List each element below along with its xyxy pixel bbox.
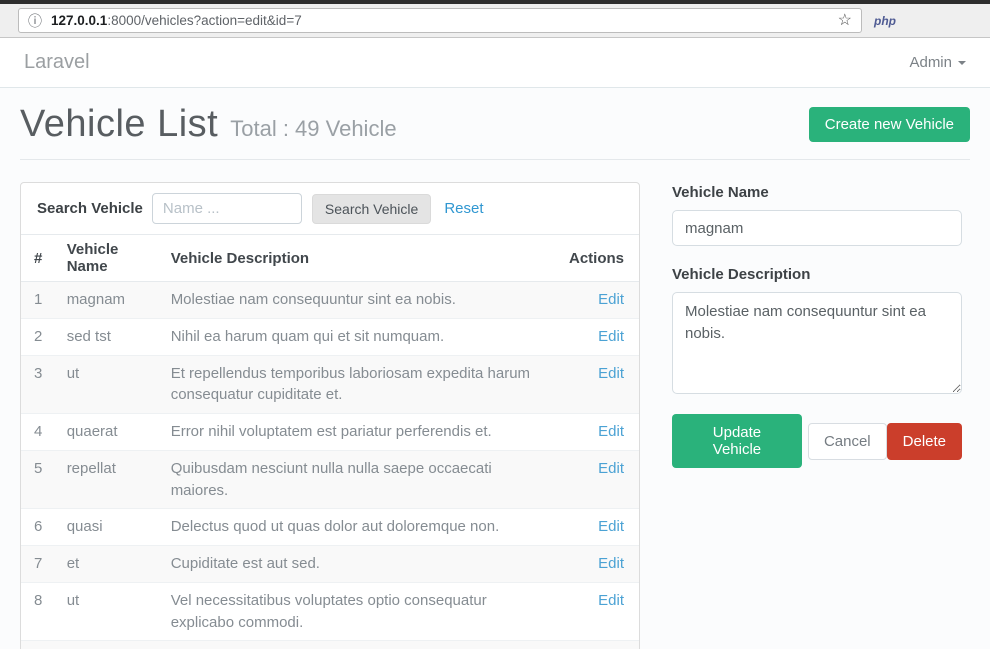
vehicle-description-cell: Quibusdam nesciunt nulla nulla saepe occ…: [163, 450, 561, 509]
header-divider: [20, 159, 970, 160]
edit-link[interactable]: Edit: [598, 555, 624, 572]
row-number: 6: [21, 509, 59, 546]
vehicle-name-cell: ut: [59, 582, 163, 641]
vehicle-name-cell: magnam: [59, 282, 163, 319]
url-path: :8000/vehicles?action=edit&id=7: [107, 13, 301, 28]
row-number: 8: [21, 582, 59, 641]
table-row: 7 et Cupiditate est aut sed. Edit: [21, 546, 639, 583]
column-header-actions: Actions: [561, 235, 639, 282]
column-header-num: #: [21, 235, 59, 282]
vehicle-description-cell: Molestiae nam consequuntur sint ea nobis…: [163, 282, 561, 319]
row-number: 4: [21, 414, 59, 451]
main-content: Vehicle List Total : 49 Vehicle Create n…: [0, 103, 990, 649]
php-extension-icon[interactable]: php: [874, 14, 896, 28]
vehicle-description-cell: Vel necessitatibus voluptates optio cons…: [163, 582, 561, 641]
edit-link[interactable]: Edit: [598, 460, 624, 477]
row-number: 7: [21, 546, 59, 583]
vehicle-description-cell: Error nihil voluptatem est pariatur perf…: [163, 414, 561, 451]
browser-chrome: ⓘ 127.0.0.1:8000/vehicles?action=edit&id…: [0, 4, 990, 38]
delete-button[interactable]: Delete: [887, 423, 962, 460]
vehicle-description-cell: Quaerat maxime qui dolore.: [163, 641, 561, 649]
edit-link[interactable]: Edit: [598, 423, 624, 440]
vehicle-name-cell: et: [59, 546, 163, 583]
user-menu-label: Admin: [909, 54, 952, 71]
brand-link[interactable]: Laravel: [24, 51, 90, 74]
edit-vehicle-form: Vehicle Name Vehicle Description Molesti…: [672, 182, 962, 468]
url-bar[interactable]: ⓘ 127.0.0.1:8000/vehicles?action=edit&id…: [18, 8, 862, 33]
row-number: 3: [21, 355, 59, 414]
column-header-description: Vehicle Description: [163, 235, 561, 282]
table-row: 3 ut Et repellendus temporibus laboriosa…: [21, 355, 639, 414]
table-row: 6 quasi Delectus quod ut quas dolor aut …: [21, 509, 639, 546]
row-number: 9: [21, 641, 59, 649]
vehicle-name-cell: repellat: [59, 450, 163, 509]
reset-link[interactable]: Reset: [444, 200, 483, 217]
search-button[interactable]: Search Vehicle: [312, 194, 431, 224]
table-row: 8 ut Vel necessitatibus voluptates optio…: [21, 582, 639, 641]
vehicle-name-input[interactable]: [672, 210, 962, 246]
edit-link[interactable]: Edit: [598, 592, 624, 609]
vehicle-table: # Vehicle Name Vehicle Description Actio…: [21, 234, 639, 649]
vehicle-name-cell: sed tst: [59, 318, 163, 355]
total-count-label: Total : 49 Vehicle: [230, 116, 396, 142]
vehicle-name-cell: quasi: [59, 509, 163, 546]
vehicle-description-textarea[interactable]: Molestiae nam consequuntur sint ea nobis…: [672, 292, 962, 394]
vehicle-description-cell: Cupiditate est aut sed.: [163, 546, 561, 583]
table-header-row: # Vehicle Name Vehicle Description Actio…: [21, 235, 639, 282]
edit-link[interactable]: Edit: [598, 328, 624, 345]
vehicle-table-body: 1 magnam Molestiae nam consequuntur sint…: [21, 282, 639, 649]
page-info-icon[interactable]: ⓘ: [28, 14, 42, 28]
vehicle-description-cell: Et repellendus temporibus laboriosam exp…: [163, 355, 561, 414]
screen: ⓘ 127.0.0.1:8000/vehicles?action=edit&id…: [0, 0, 990, 649]
vehicle-name-cell: voluptates: [59, 641, 163, 649]
row-number: 2: [21, 318, 59, 355]
navbar: Laravel Admin: [0, 38, 990, 88]
create-vehicle-button[interactable]: Create new Vehicle: [809, 107, 970, 142]
url-host: 127.0.0.1: [51, 13, 107, 28]
row-number: 5: [21, 450, 59, 509]
row-number: 1: [21, 282, 59, 319]
content-row: Search Vehicle Search Vehicle Reset # Ve…: [20, 182, 970, 649]
vehicle-name-label: Vehicle Name: [672, 184, 962, 201]
table-row: 4 quaerat Error nihil voluptatem est par…: [21, 414, 639, 451]
search-label: Search Vehicle: [37, 200, 143, 217]
search-form: Search Vehicle Search Vehicle Reset: [21, 183, 639, 234]
table-row: 5 repellat Quibusdam nesciunt nulla null…: [21, 450, 639, 509]
vehicle-description-cell: Nihil ea harum quam qui et sit numquam.: [163, 318, 561, 355]
vehicle-name-cell: quaerat: [59, 414, 163, 451]
table-row: 1 magnam Molestiae nam consequuntur sint…: [21, 282, 639, 319]
table-row: 2 sed tst Nihil ea harum quam qui et sit…: [21, 318, 639, 355]
search-input[interactable]: [152, 193, 302, 224]
page-title: Vehicle List: [20, 103, 218, 146]
bookmark-star-icon[interactable]: ☆: [838, 13, 852, 29]
url-text: 127.0.0.1:8000/vehicles?action=edit&id=7: [51, 13, 302, 28]
user-menu[interactable]: Admin: [909, 54, 966, 71]
vehicle-list-card: Search Vehicle Search Vehicle Reset # Ve…: [20, 182, 640, 649]
edit-link[interactable]: Edit: [598, 518, 624, 535]
column-header-name: Vehicle Name: [59, 235, 163, 282]
edit-link[interactable]: Edit: [598, 365, 624, 382]
vehicle-description-label: Vehicle Description: [672, 266, 962, 283]
edit-link[interactable]: Edit: [598, 291, 624, 308]
cancel-button[interactable]: Cancel: [808, 423, 887, 460]
page-header: Vehicle List Total : 49 Vehicle Create n…: [20, 103, 970, 146]
update-vehicle-button[interactable]: Update Vehicle: [672, 414, 802, 468]
table-row: 9 voluptates Quaerat maxime qui dolore. …: [21, 641, 639, 649]
vehicle-name-cell: ut: [59, 355, 163, 414]
chevron-down-icon: [958, 61, 966, 65]
vehicle-description-cell: Delectus quod ut quas dolor aut doloremq…: [163, 509, 561, 546]
form-actions: Update Vehicle Cancel Delete: [672, 414, 962, 468]
